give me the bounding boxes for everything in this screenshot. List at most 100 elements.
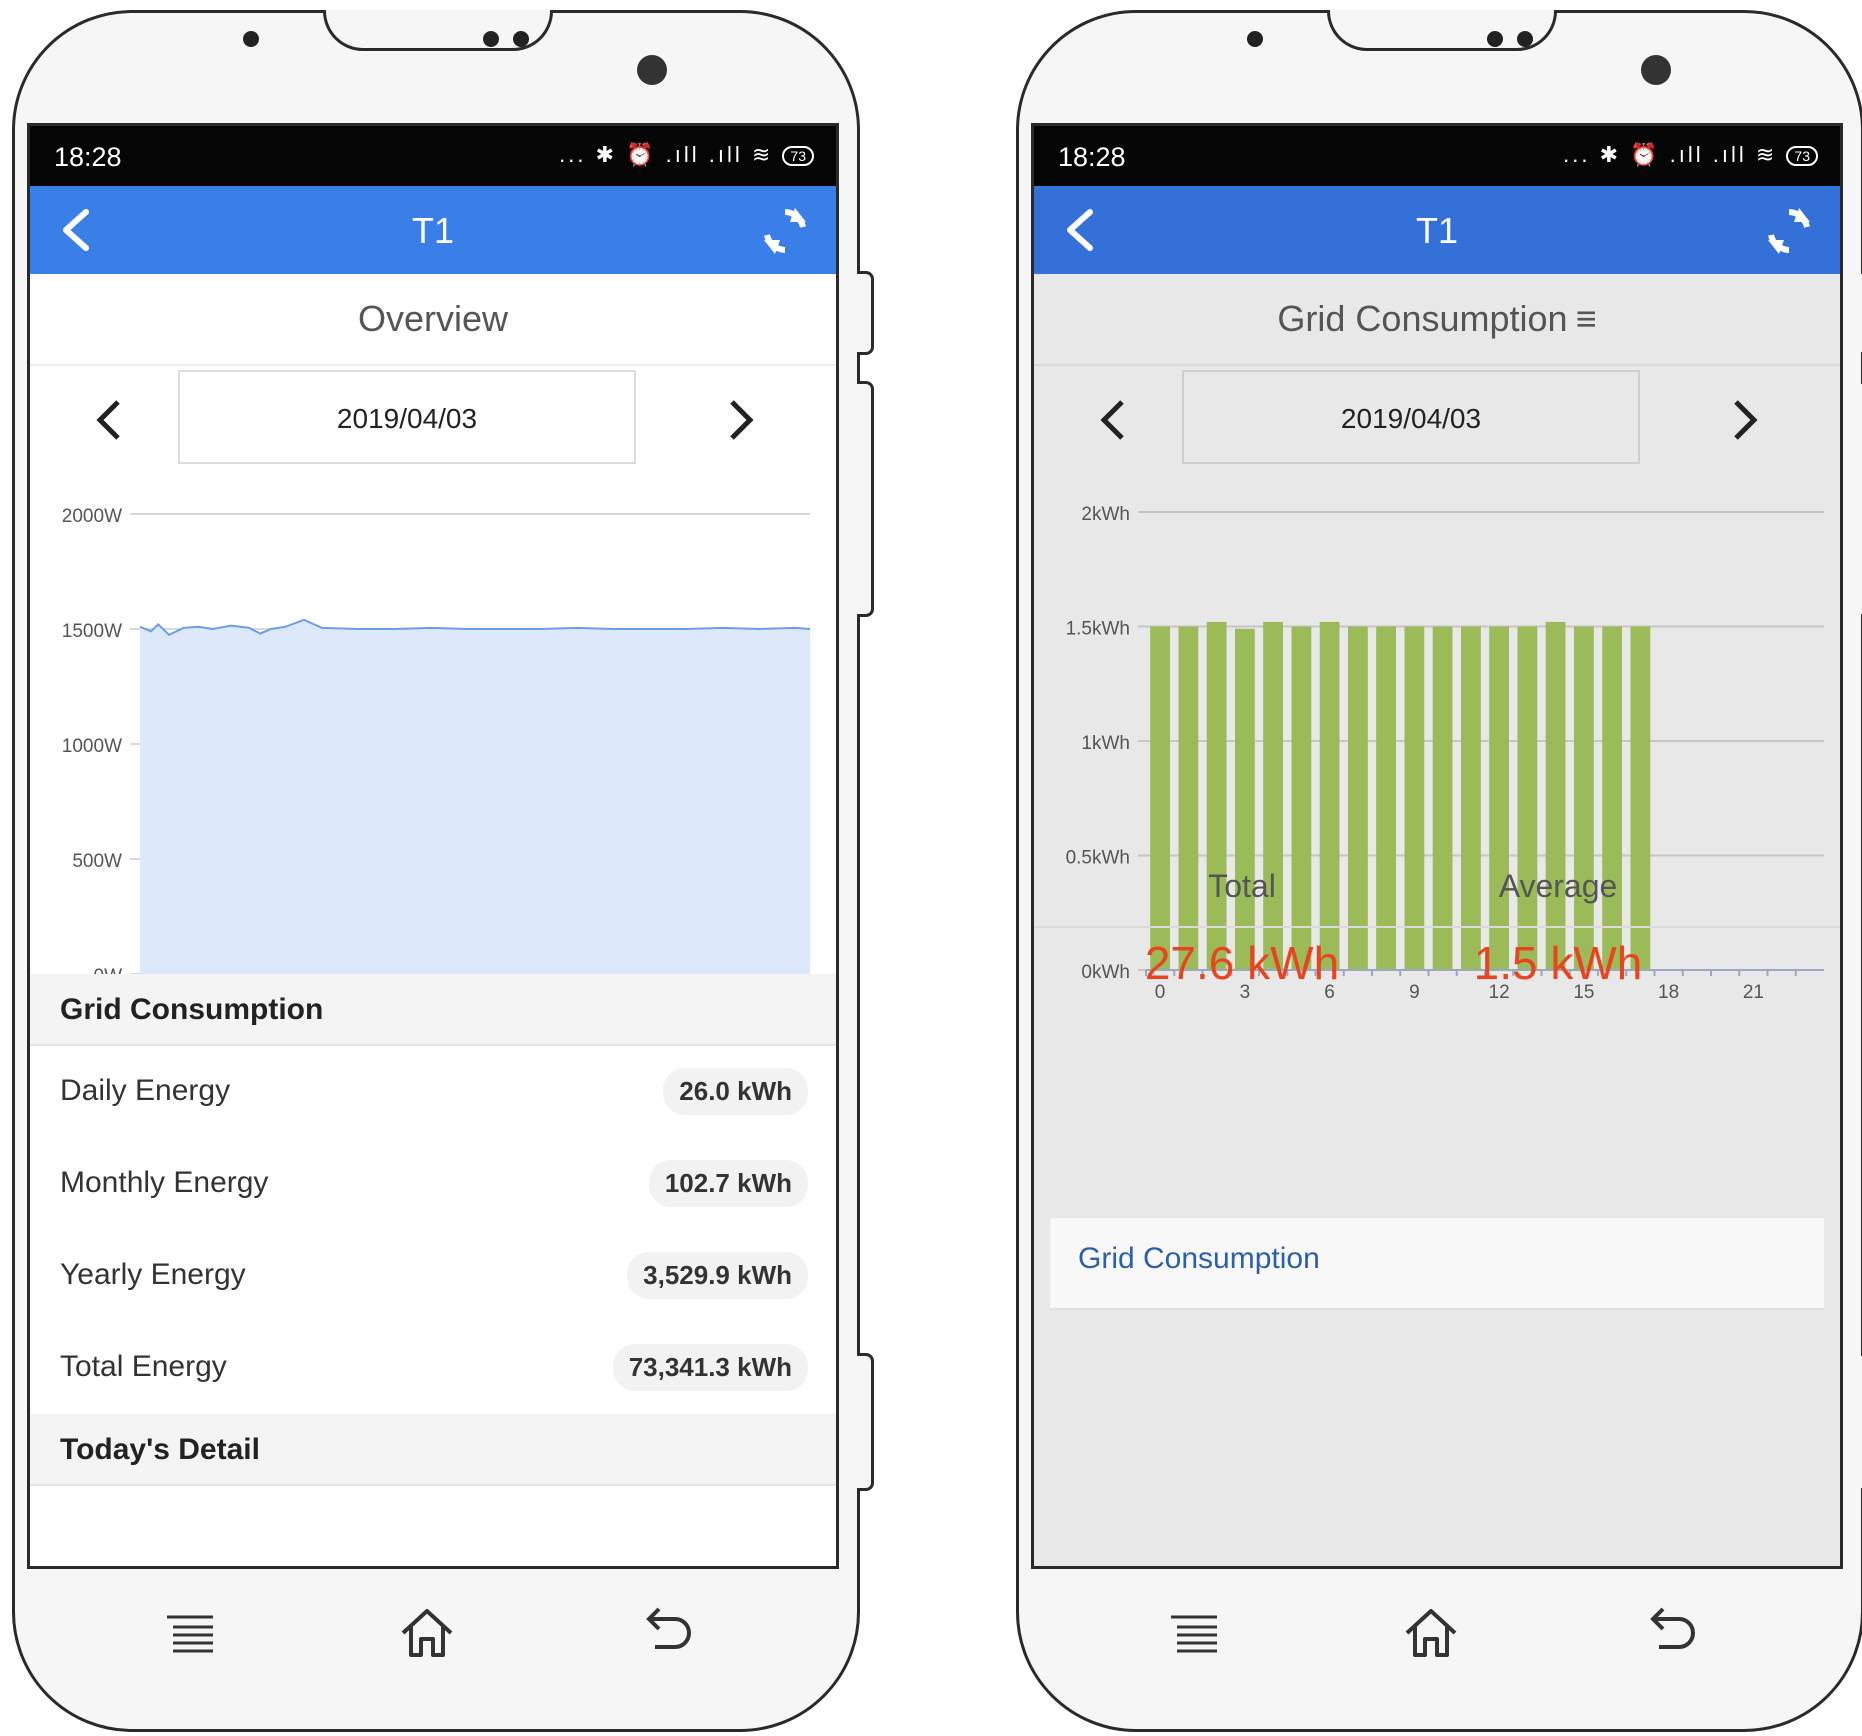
home-icon[interactable] (1401, 1603, 1461, 1663)
bar (1602, 626, 1622, 970)
app-title: T1 (1415, 210, 1458, 251)
side-button (857, 1353, 874, 1491)
bar (1517, 626, 1538, 970)
list-item: Yearly Energy 3,529.9 kWh (30, 1230, 836, 1324)
system-nav-bar (1019, 1603, 1861, 1703)
average-value: 1.5 kWh (1473, 937, 1643, 989)
row-value: 26.0 kWh (663, 1068, 808, 1115)
side-button (857, 381, 874, 617)
y-tick-label: 1.5kWh (1066, 619, 1130, 640)
date-field[interactable]: 2019/04/03 (1182, 370, 1640, 464)
y-tick-label: 2kWh (1081, 504, 1130, 525)
status-time: 18:28 (1058, 142, 1126, 172)
section-title-label: Grid Consumption (1277, 298, 1568, 339)
chevron-left-icon[interactable] (90, 396, 130, 444)
front-camera (637, 55, 667, 85)
bar (1574, 626, 1594, 970)
chevron-right-icon[interactable] (1724, 396, 1764, 444)
grid-consumption-card[interactable]: Grid Consumption (1050, 1218, 1824, 1310)
front-camera (1641, 55, 1671, 85)
row-value: 102.7 kWh (648, 1160, 808, 1207)
y-tick-label: 0.5kWh (1066, 848, 1130, 869)
menu-icon: ≡ (1575, 298, 1597, 339)
chevron-left-icon[interactable] (1094, 396, 1134, 444)
app-screen-overview: 18:28 ... ✱ ⏰ .ıll .ıll ≋ 73 T1 Overview… (27, 123, 839, 1569)
y-tick-label: 1kWh (1081, 733, 1130, 754)
todays-detail-header: Today's Detail (30, 1414, 836, 1486)
list-item: Total Energy 73,341.3 kWh (30, 1322, 836, 1416)
sensor-dot (1517, 31, 1533, 47)
y-tick-label: 1000W (62, 736, 122, 757)
bar (1404, 626, 1425, 970)
row-value: 3,529.9 kWh (627, 1252, 808, 1299)
signal-icons: ... ✱ ⏰ .ıll .ıll ≋ (1563, 142, 1778, 167)
app-bar: T1 (1034, 186, 1840, 274)
back-arrow-icon[interactable] (635, 1603, 695, 1663)
bar (1376, 626, 1396, 970)
sensor-dot (513, 31, 529, 47)
chevron-right-icon[interactable] (720, 396, 760, 444)
y-tick-label: 2000W (62, 506, 122, 527)
bar (1348, 626, 1368, 970)
status-icons: ... ✱ ⏰ .ıll .ıll ≋ 73 (1563, 142, 1818, 168)
status-time: 18:28 (54, 142, 122, 172)
app-title: T1 (411, 210, 454, 251)
battery-icon: 73 (782, 146, 814, 167)
bar (1206, 621, 1227, 970)
y-tick-label: 500W (72, 851, 122, 872)
bar (1489, 626, 1509, 970)
menu-lines-icon[interactable] (1167, 1603, 1227, 1663)
side-button (857, 271, 874, 355)
list-item: Daily Energy 26.0 kWh (30, 1046, 836, 1140)
status-icons: ... ✱ ⏰ .ıll .ıll ≋ 73 (559, 142, 814, 168)
section-title-dropdown[interactable]: Grid Consumption ≡ (1034, 274, 1840, 366)
average-label: Average (1498, 868, 1618, 904)
row-value: 73,341.3 kWh (612, 1344, 808, 1391)
bar (1461, 626, 1481, 970)
bar (1291, 626, 1312, 970)
bar (1150, 626, 1170, 970)
home-icon[interactable] (397, 1603, 457, 1663)
signal-icons: ... ✱ ⏰ .ıll .ıll ≋ (559, 142, 774, 167)
total-value: 27.6 kWh (1144, 937, 1340, 989)
battery-icon: 73 (1786, 146, 1818, 167)
total-label: Total (1208, 868, 1276, 904)
row-label: Total Energy (60, 1350, 227, 1383)
menu-lines-icon[interactable] (163, 1603, 223, 1663)
x-tick-label: 21 (1743, 982, 1764, 1003)
list-item: Monthly Energy 102.7 kWh (30, 1138, 836, 1232)
refresh-icon[interactable] (760, 206, 810, 256)
bar (1319, 621, 1340, 970)
bar (1235, 628, 1255, 970)
bar (1432, 626, 1453, 970)
bar (1545, 621, 1566, 970)
status-bar: 18:28 ... ✱ ⏰ .ıll .ıll ≋ 73 (30, 126, 836, 186)
section-title: Overview (30, 274, 836, 366)
date-selector: 2019/04/03 (30, 368, 836, 470)
phone-frame-right: 18:28 ... ✱ ⏰ .ıll .ıll ≋ 73 T1 Grid Con… (1016, 10, 1862, 1732)
back-arrow-icon[interactable] (1639, 1603, 1699, 1663)
y-tick-label: 1500W (62, 621, 122, 642)
status-bar: 18:28 ... ✱ ⏰ .ıll .ıll ≋ 73 (1034, 126, 1840, 186)
summary-divider (1034, 926, 1840, 928)
row-label: Yearly Energy (60, 1258, 246, 1291)
sensor-dot (1247, 31, 1263, 47)
app-screen-grid-consumption: 18:28 ... ✱ ⏰ .ıll .ıll ≋ 73 T1 Grid Con… (1031, 123, 1843, 1569)
energy-bar-chart: 0kWh0.5kWh1kWh1.5kWh2kWh0 3 6 9 12 15 18 21 (1066, 504, 1824, 1003)
phone-frame-left: 18:28 ... ✱ ⏰ .ıll .ıll ≋ 73 T1 Overview… (12, 10, 874, 1732)
system-nav-bar (15, 1603, 857, 1703)
bar (1178, 626, 1199, 970)
bar (1630, 626, 1651, 970)
card-label: Grid Consumption (1078, 1242, 1320, 1275)
grid-consumption-header: Grid Consumption (30, 974, 836, 1046)
row-label: Daily Energy (60, 1074, 231, 1107)
sensor-dot (243, 31, 259, 47)
app-bar: T1 (30, 186, 836, 274)
date-field[interactable]: 2019/04/03 (178, 370, 636, 464)
sensor-dot (483, 31, 499, 47)
row-label: Monthly Energy (60, 1166, 269, 1199)
sensor-dot (1487, 31, 1503, 47)
refresh-icon[interactable] (1764, 206, 1814, 256)
date-selector: 2019/04/03 (1034, 368, 1840, 470)
bar (1263, 621, 1283, 970)
